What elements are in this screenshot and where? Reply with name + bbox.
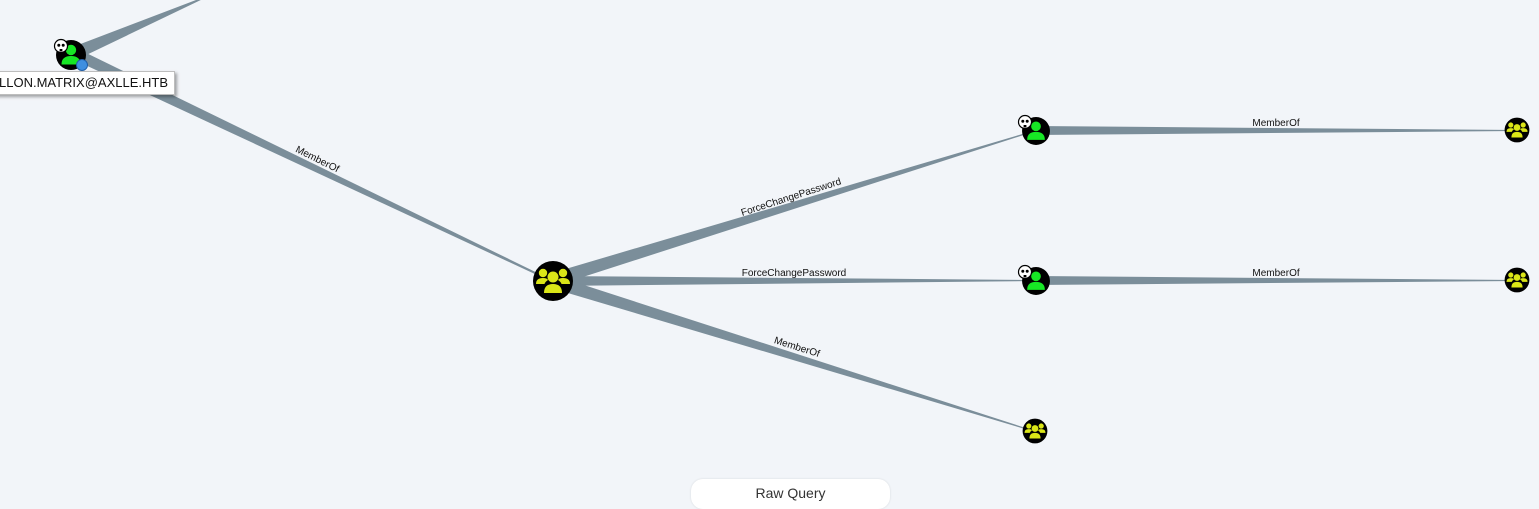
group-node-right-top[interactable]	[1504, 117, 1530, 143]
edge-label-user-b-to-group: MemberOf	[1252, 268, 1299, 279]
group-icon	[1022, 418, 1048, 444]
group-icon	[1504, 117, 1530, 143]
group-node-low[interactable]	[1022, 418, 1048, 444]
user-node-a[interactable]	[1017, 114, 1050, 145]
group-node-right-mid[interactable]	[1504, 267, 1530, 293]
graph-canvas[interactable]: MemberOf ForceChangePassword ForceChange…	[0, 0, 1539, 500]
group-node-hub[interactable]	[533, 261, 573, 301]
edge-hub-to-user-a[interactable]	[552, 130, 1036, 286]
skull-icon	[1017, 264, 1033, 280]
user-node-label: LLON.MATRIX@AXLLE.HTB	[0, 71, 175, 95]
edge-label-hub-to-user-b: ForceChangePassword	[742, 268, 847, 279]
skull-icon	[1017, 114, 1033, 130]
group-icon	[533, 261, 573, 301]
raw-query-button[interactable]: Raw Query	[691, 479, 890, 509]
edge-label-user-a-to-group: MemberOf	[1252, 118, 1299, 129]
highlight-marker	[76, 59, 88, 71]
skull-icon	[53, 38, 69, 54]
edge-offscreen-to-user[interactable]	[70, 0, 207, 58]
group-icon	[1504, 267, 1530, 293]
edge-hub-to-group-low[interactable]	[551, 276, 1035, 432]
user-node-b[interactable]	[1017, 264, 1050, 295]
